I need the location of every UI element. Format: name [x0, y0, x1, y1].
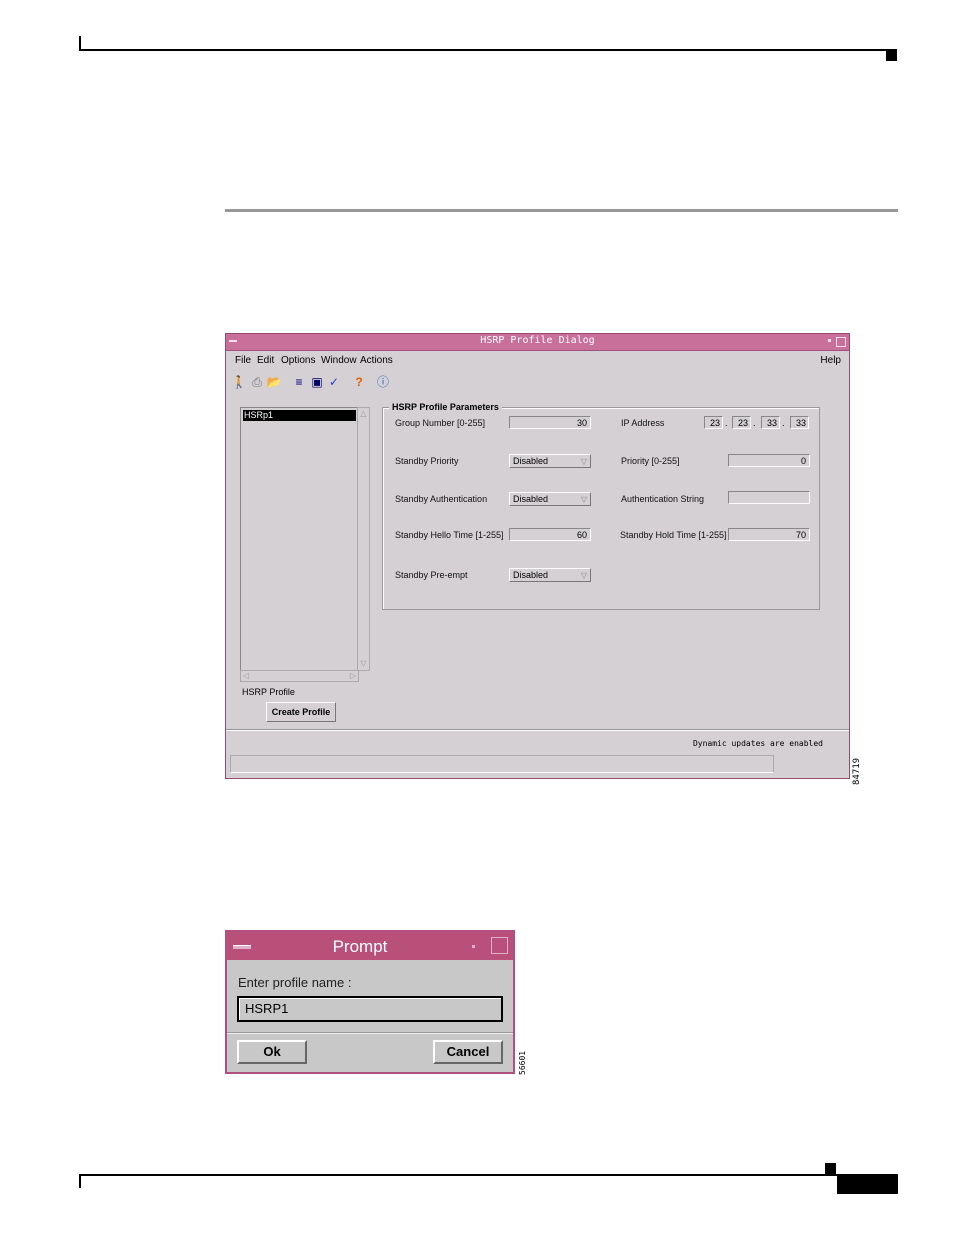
list-item[interactable]: HSRp1 [243, 410, 356, 421]
priority-input[interactable]: 0 [728, 454, 810, 467]
ip-dot: . [725, 418, 728, 428]
ip-octet-1[interactable]: 23 [704, 416, 723, 429]
figure-id-1: 84719 [852, 757, 862, 785]
standby-priority-select[interactable]: Disabled ▽ [509, 454, 591, 468]
footer-rule-tick [79, 1174, 81, 1188]
ip-octet-4[interactable]: 33 [790, 416, 809, 429]
minimize-icon[interactable] [828, 339, 831, 342]
ip-octet-2[interactable]: 23 [732, 416, 751, 429]
footer-marker [825, 1163, 836, 1175]
list-icon[interactable]: ≡ [291, 374, 307, 390]
scroll-right-icon[interactable]: ▷ [348, 671, 358, 681]
minimize-icon[interactable] [472, 945, 475, 948]
profile-list[interactable]: HSRp1 [240, 407, 360, 671]
status-bar [230, 755, 774, 773]
scroll-left-icon[interactable]: ◁ [241, 671, 251, 681]
cancel-button[interactable]: Cancel [433, 1040, 503, 1064]
auth-string-input[interactable] [728, 491, 810, 504]
scroll-up-icon[interactable]: △ [359, 409, 368, 419]
preempt-value: Disabled [513, 570, 549, 580]
hello-time-label: Standby Hello Time [1-255] [395, 530, 504, 540]
hsrp-profile-dialog: HSRP Profile Dialog File Edit Options Wi… [225, 333, 850, 779]
window-menu-icon[interactable] [233, 945, 251, 949]
profile-list-caption: HSRP Profile [242, 687, 295, 697]
ok-button[interactable]: Ok [237, 1040, 307, 1064]
auth-string-label: Authentication String [621, 494, 705, 504]
menu-options[interactable]: Options [281, 355, 315, 366]
ip-octet-3[interactable]: 33 [761, 416, 780, 429]
hold-time-label: Standby Hold Time [1-255] [620, 530, 727, 540]
standby-priority-value: Disabled [513, 456, 549, 466]
standby-auth-value: Disabled [513, 494, 549, 504]
hello-time-input[interactable]: 60 [509, 528, 591, 541]
prompt-title-bar: Prompt [227, 932, 513, 960]
menu-bar: File Edit Options Window Actions Help [226, 351, 849, 370]
dropdown-arrow-icon: ▽ [580, 495, 587, 504]
preempt-label: Standby Pre-empt [395, 570, 468, 580]
help-icon[interactable]: ? [351, 374, 367, 390]
ip-address-label: IP Address [621, 418, 665, 428]
footer-rule [79, 1174, 837, 1176]
group-number-input[interactable]: 30 [509, 416, 591, 429]
scroll-down-icon[interactable]: ▽ [359, 659, 368, 669]
window-title: HSRP Profile Dialog [480, 335, 595, 346]
preempt-select[interactable]: Disabled ▽ [509, 568, 591, 582]
menu-file[interactable]: File [235, 355, 251, 366]
ip-dot: . [753, 418, 756, 428]
profile-name-label: Enter profile name : [238, 975, 352, 990]
status-divider [226, 729, 849, 731]
header-rule [79, 49, 897, 51]
dropdown-arrow-icon: ▽ [580, 457, 587, 466]
menu-edit[interactable]: Edit [257, 355, 274, 366]
priority-label: Priority [0-255] [621, 456, 680, 466]
dropdown-arrow-icon: ▽ [580, 571, 587, 580]
info-icon[interactable]: ⓘ [375, 374, 391, 390]
maximize-icon[interactable] [491, 937, 508, 954]
exit-icon[interactable]: 🚶 [231, 374, 247, 390]
vertical-scrollbar[interactable]: △ ▽ [357, 407, 370, 671]
toolbar: 🚶 ⎙ 📂 ≡ ▣ ✓ ? ⓘ [229, 371, 429, 393]
maximize-icon[interactable] [836, 337, 846, 347]
menu-actions[interactable]: Actions [360, 355, 393, 366]
monitor-icon[interactable]: ▣ [309, 374, 325, 390]
footer-page-block [837, 1174, 898, 1194]
open-folder-icon[interactable]: 📂 [266, 374, 282, 390]
prompt-divider [227, 1032, 513, 1034]
standby-priority-label: Standby Priority [395, 456, 459, 466]
print-icon[interactable]: ⎙ [249, 374, 265, 390]
standby-auth-select[interactable]: Disabled ▽ [509, 492, 591, 506]
menu-window[interactable]: Window [321, 355, 357, 366]
prompt-dialog: Prompt Enter profile name : HSRP1 Ok Can… [225, 930, 515, 1074]
ip-dot: . [782, 418, 785, 428]
header-marker [886, 51, 897, 61]
profile-name-input[interactable]: HSRP1 [237, 996, 503, 1022]
create-profile-button[interactable]: Create Profile [266, 702, 336, 722]
section-separator [225, 209, 898, 212]
figure-id-2: 56601 [518, 1050, 527, 1075]
menu-help[interactable]: Help [820, 355, 841, 366]
horizontal-scrollbar[interactable]: ◁ ▷ [240, 670, 359, 682]
hold-time-input[interactable]: 70 [728, 528, 810, 541]
standby-auth-label: Standby Authentication [395, 494, 488, 504]
status-message: Dynamic updates are enabled [692, 739, 823, 748]
checkmark-icon[interactable]: ✓ [326, 374, 342, 390]
title-bar: HSRP Profile Dialog [226, 334, 849, 351]
prompt-title: Prompt [332, 937, 388, 956]
parameters-group-title: HSRP Profile Parameters [389, 402, 502, 412]
group-number-label: Group Number [0-255] [395, 418, 486, 428]
